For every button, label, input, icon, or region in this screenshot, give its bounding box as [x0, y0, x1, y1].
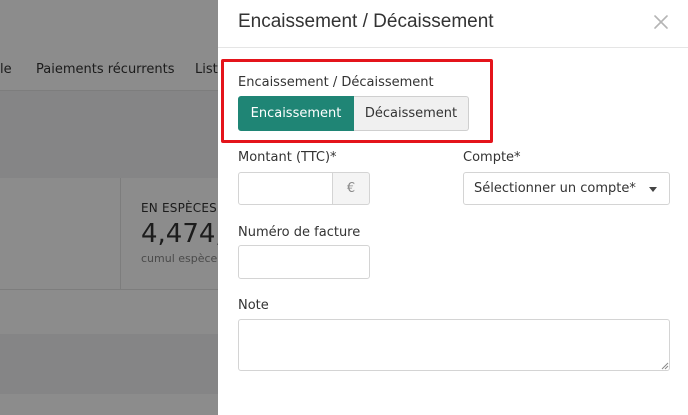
invoice-label: Numéro de facture — [238, 225, 361, 240]
panel-header: Encaissement / Décaissement — [218, 0, 688, 48]
account-select[interactable]: Sélectionner un compte* — [463, 172, 670, 205]
caret-down-icon — [649, 187, 657, 192]
currency-addon: € — [333, 172, 370, 205]
type-label: Encaissement / Décaissement — [238, 75, 434, 90]
close-icon[interactable] — [650, 11, 672, 33]
panel-title: Encaissement / Décaissement — [238, 11, 494, 32]
invoice-number-input[interactable] — [238, 245, 370, 279]
type-toggle: Encaissement Décaissement — [238, 96, 469, 131]
account-select-value: Sélectionner un compte* — [474, 181, 636, 196]
account-label: Compte* — [463, 150, 521, 165]
transaction-panel: Encaissement / Décaissement Encaissement… — [218, 0, 688, 415]
amount-input-group: € — [238, 172, 370, 205]
decaissement-button[interactable]: Décaissement — [354, 96, 469, 131]
encaissement-button[interactable]: Encaissement — [238, 96, 354, 131]
note-label: Note — [238, 298, 269, 313]
resize-grip-icon[interactable] — [661, 362, 669, 370]
amount-input[interactable] — [238, 172, 333, 205]
note-textarea[interactable] — [238, 319, 670, 371]
amount-label: Montant (TTC)* — [238, 150, 337, 165]
